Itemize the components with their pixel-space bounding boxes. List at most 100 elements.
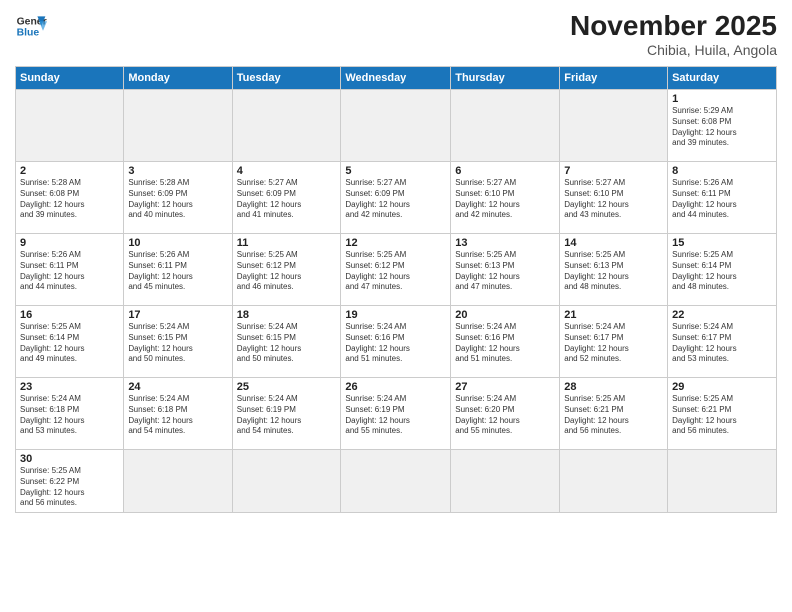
day-info: Sunrise: 5:24 AM Sunset: 6:18 PM Dayligh… [20,394,119,437]
day-number: 3 [128,165,227,177]
day-number: 26 [345,381,446,393]
day-number: 18 [237,309,337,321]
calendar-cell: 14Sunrise: 5:25 AM Sunset: 6:13 PM Dayli… [560,234,668,306]
day-info: Sunrise: 5:27 AM Sunset: 6:09 PM Dayligh… [345,178,446,221]
calendar-cell: 22Sunrise: 5:24 AM Sunset: 6:17 PM Dayli… [668,306,777,378]
subtitle: Chibia, Huila, Angola [570,42,777,58]
day-number: 12 [345,237,446,249]
calendar-cell [124,450,232,513]
day-info: Sunrise: 5:24 AM Sunset: 6:18 PM Dayligh… [128,394,227,437]
day-number: 28 [564,381,663,393]
day-number: 16 [20,309,119,321]
day-number: 14 [564,237,663,249]
calendar-cell: 3Sunrise: 5:28 AM Sunset: 6:09 PM Daylig… [124,162,232,234]
calendar-cell: 25Sunrise: 5:24 AM Sunset: 6:19 PM Dayli… [232,378,341,450]
day-number: 8 [672,165,772,177]
day-info: Sunrise: 5:24 AM Sunset: 6:19 PM Dayligh… [345,394,446,437]
day-number: 1 [672,93,772,105]
calendar-cell [668,450,777,513]
day-number: 13 [455,237,555,249]
calendar-cell [341,450,451,513]
day-info: Sunrise: 5:27 AM Sunset: 6:09 PM Dayligh… [237,178,337,221]
day-number: 30 [20,453,119,465]
day-info: Sunrise: 5:25 AM Sunset: 6:21 PM Dayligh… [672,394,772,437]
day-number: 19 [345,309,446,321]
calendar-cell: 23Sunrise: 5:24 AM Sunset: 6:18 PM Dayli… [16,378,124,450]
calendar-cell: 27Sunrise: 5:24 AM Sunset: 6:20 PM Dayli… [451,378,560,450]
day-info: Sunrise: 5:24 AM Sunset: 6:15 PM Dayligh… [128,322,227,365]
weekday-header-wednesday: Wednesday [341,67,451,90]
svg-text:Blue: Blue [17,28,40,39]
day-info: Sunrise: 5:24 AM Sunset: 6:16 PM Dayligh… [455,322,555,365]
calendar-cell: 16Sunrise: 5:25 AM Sunset: 6:14 PM Dayli… [16,306,124,378]
day-info: Sunrise: 5:25 AM Sunset: 6:14 PM Dayligh… [672,250,772,293]
day-info: Sunrise: 5:24 AM Sunset: 6:15 PM Dayligh… [237,322,337,365]
calendar-cell: 29Sunrise: 5:25 AM Sunset: 6:21 PM Dayli… [668,378,777,450]
calendar-cell [341,90,451,162]
weekday-header-monday: Monday [124,67,232,90]
calendar-cell: 28Sunrise: 5:25 AM Sunset: 6:21 PM Dayli… [560,378,668,450]
day-number: 4 [237,165,337,177]
day-number: 10 [128,237,227,249]
calendar-cell [232,90,341,162]
day-number: 25 [237,381,337,393]
calendar-cell: 1Sunrise: 5:29 AM Sunset: 6:08 PM Daylig… [668,90,777,162]
page: General Blue November 2025 Chibia, Huila… [0,0,792,612]
day-number: 15 [672,237,772,249]
weekday-header-thursday: Thursday [451,67,560,90]
calendar-cell: 19Sunrise: 5:24 AM Sunset: 6:16 PM Dayli… [341,306,451,378]
title-block: November 2025 Chibia, Huila, Angola [570,10,777,58]
calendar-cell [124,90,232,162]
day-info: Sunrise: 5:26 AM Sunset: 6:11 PM Dayligh… [672,178,772,221]
calendar-cell [451,90,560,162]
calendar-cell: 2Sunrise: 5:28 AM Sunset: 6:08 PM Daylig… [16,162,124,234]
calendar-cell: 4Sunrise: 5:27 AM Sunset: 6:09 PM Daylig… [232,162,341,234]
calendar-cell: 17Sunrise: 5:24 AM Sunset: 6:15 PM Dayli… [124,306,232,378]
calendar-cell: 11Sunrise: 5:25 AM Sunset: 6:12 PM Dayli… [232,234,341,306]
calendar-cell: 24Sunrise: 5:24 AM Sunset: 6:18 PM Dayli… [124,378,232,450]
calendar-cell: 9Sunrise: 5:26 AM Sunset: 6:11 PM Daylig… [16,234,124,306]
day-info: Sunrise: 5:24 AM Sunset: 6:19 PM Dayligh… [237,394,337,437]
calendar-cell: 8Sunrise: 5:26 AM Sunset: 6:11 PM Daylig… [668,162,777,234]
calendar-cell: 7Sunrise: 5:27 AM Sunset: 6:10 PM Daylig… [560,162,668,234]
day-number: 24 [128,381,227,393]
calendar-cell [560,450,668,513]
calendar-cell [451,450,560,513]
calendar-cell: 18Sunrise: 5:24 AM Sunset: 6:15 PM Dayli… [232,306,341,378]
calendar-cell: 26Sunrise: 5:24 AM Sunset: 6:19 PM Dayli… [341,378,451,450]
calendar-cell: 21Sunrise: 5:24 AM Sunset: 6:17 PM Dayli… [560,306,668,378]
day-number: 5 [345,165,446,177]
day-number: 11 [237,237,337,249]
day-info: Sunrise: 5:26 AM Sunset: 6:11 PM Dayligh… [20,250,119,293]
day-number: 2 [20,165,119,177]
weekday-header-tuesday: Tuesday [232,67,341,90]
day-number: 6 [455,165,555,177]
calendar-cell: 6Sunrise: 5:27 AM Sunset: 6:10 PM Daylig… [451,162,560,234]
day-info: Sunrise: 5:27 AM Sunset: 6:10 PM Dayligh… [455,178,555,221]
weekday-header-saturday: Saturday [668,67,777,90]
calendar: SundayMondayTuesdayWednesdayThursdayFrid… [15,66,777,513]
calendar-cell: 13Sunrise: 5:25 AM Sunset: 6:13 PM Dayli… [451,234,560,306]
day-info: Sunrise: 5:25 AM Sunset: 6:21 PM Dayligh… [564,394,663,437]
day-number: 27 [455,381,555,393]
day-info: Sunrise: 5:28 AM Sunset: 6:08 PM Dayligh… [20,178,119,221]
day-number: 20 [455,309,555,321]
day-info: Sunrise: 5:29 AM Sunset: 6:08 PM Dayligh… [672,106,772,149]
day-info: Sunrise: 5:24 AM Sunset: 6:16 PM Dayligh… [345,322,446,365]
weekday-header-friday: Friday [560,67,668,90]
calendar-cell: 15Sunrise: 5:25 AM Sunset: 6:14 PM Dayli… [668,234,777,306]
calendar-cell: 12Sunrise: 5:25 AM Sunset: 6:12 PM Dayli… [341,234,451,306]
day-info: Sunrise: 5:28 AM Sunset: 6:09 PM Dayligh… [128,178,227,221]
day-number: 9 [20,237,119,249]
day-info: Sunrise: 5:27 AM Sunset: 6:10 PM Dayligh… [564,178,663,221]
day-info: Sunrise: 5:25 AM Sunset: 6:14 PM Dayligh… [20,322,119,365]
day-info: Sunrise: 5:24 AM Sunset: 6:17 PM Dayligh… [672,322,772,365]
day-number: 7 [564,165,663,177]
day-info: Sunrise: 5:25 AM Sunset: 6:12 PM Dayligh… [345,250,446,293]
day-info: Sunrise: 5:25 AM Sunset: 6:13 PM Dayligh… [564,250,663,293]
day-number: 17 [128,309,227,321]
calendar-cell: 5Sunrise: 5:27 AM Sunset: 6:09 PM Daylig… [341,162,451,234]
logo: General Blue [15,10,47,42]
month-title: November 2025 [570,10,777,42]
calendar-cell [560,90,668,162]
